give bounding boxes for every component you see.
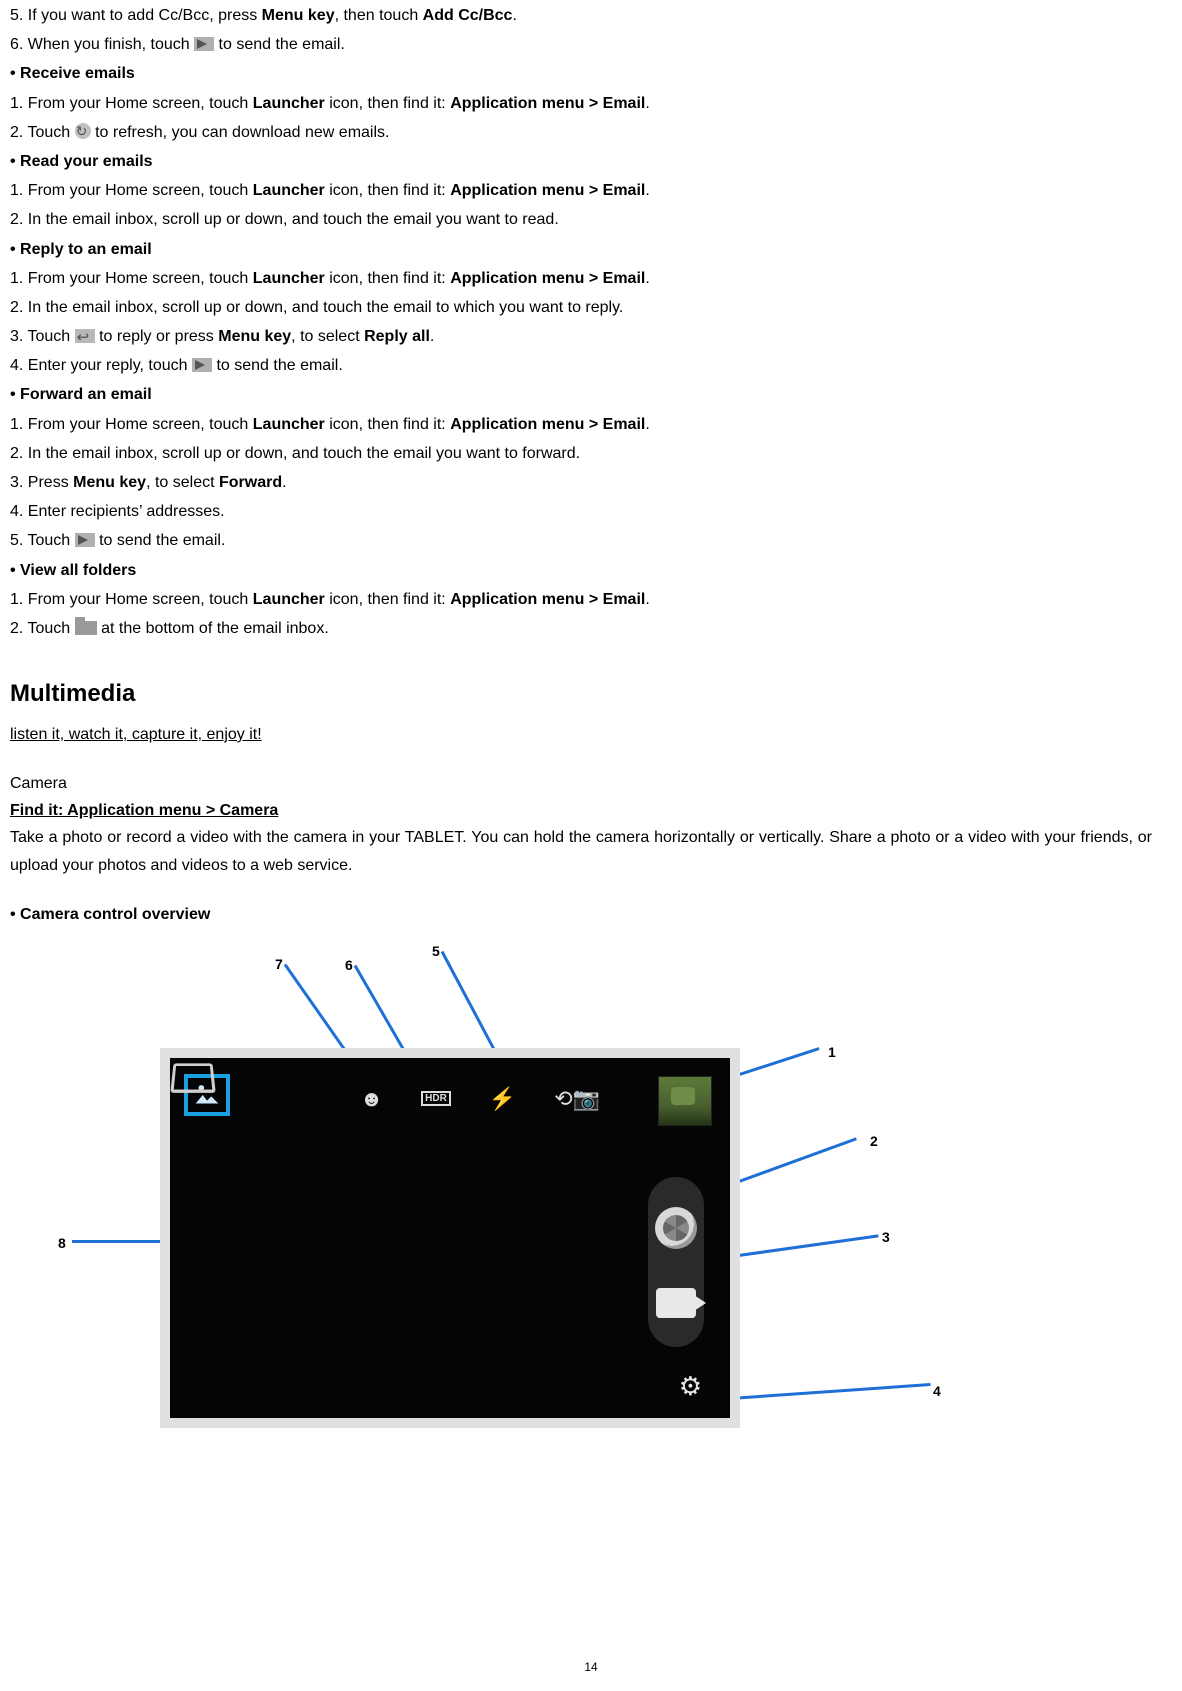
video-record-button[interactable] — [656, 1288, 696, 1318]
callout-5: 5 — [432, 940, 440, 964]
page-number: 14 — [584, 1657, 597, 1677]
reply-step-2: 2. In the email inbox, scroll up or down… — [10, 294, 1152, 321]
gallery-thumbnail[interactable] — [658, 1076, 712, 1126]
hdr-icon[interactable]: HDR — [421, 1091, 451, 1106]
forward-step-2: 2. In the email inbox, scroll up or down… — [10, 440, 1152, 467]
face-effect-icon[interactable]: ☻ — [360, 1080, 383, 1117]
forward-step-1: 1. From your Home screen, touch Launcher… — [10, 411, 1152, 438]
callout-1: 1 — [828, 1041, 836, 1065]
multimedia-title: Multimedia — [10, 674, 1152, 715]
heading-read: • Read your emails — [10, 148, 1152, 175]
heading-camera-overview: • Camera control overview — [10, 901, 1152, 928]
camera-desc: Take a photo or record a video with the … — [10, 824, 1152, 878]
step-6: 6. When you finish, touch to send the em… — [10, 31, 1152, 58]
flash-icon[interactable]: ⚡ — [489, 1080, 516, 1117]
callout-4: 4 — [933, 1380, 941, 1404]
folders-step-1: 1. From your Home screen, touch Launcher… — [10, 586, 1152, 613]
camera-screenshot: ☻ HDR ⚡ ⟲📷 ⚙ — [160, 1048, 740, 1428]
callout-6: 6 — [345, 954, 353, 978]
send-icon — [75, 533, 95, 547]
settings-icon[interactable]: ⚙ — [679, 1364, 702, 1408]
lead-8 — [72, 1240, 172, 1243]
reply-step-4: 4. Enter your reply, touch to send the e… — [10, 352, 1152, 379]
send-icon — [192, 358, 212, 372]
reply-step-1: 1. From your Home screen, touch Launcher… — [10, 265, 1152, 292]
camera-label: Camera — [10, 770, 1152, 797]
refresh-icon — [75, 123, 91, 139]
folder-icon — [75, 621, 97, 635]
reply-icon — [75, 329, 95, 343]
lead-4 — [716, 1383, 931, 1401]
heading-reply: • Reply to an email — [10, 236, 1152, 263]
callout-2: 2 — [870, 1130, 878, 1154]
heading-folders: • View all folders — [10, 557, 1152, 584]
folders-step-2: 2. Touch at the bottom of the email inbo… — [10, 615, 1152, 642]
camera-findit: Find it: Application menu > Camera — [10, 797, 1152, 824]
shutter-pod — [648, 1177, 704, 1347]
callout-7: 7 — [275, 953, 283, 977]
send-icon — [194, 37, 214, 51]
receive-step-2: 2. Touch to refresh, you can download ne… — [10, 119, 1152, 146]
heading-forward: • Forward an email — [10, 381, 1152, 408]
camera-diagram: 7 6 5 1 2 3 4 8 — [0, 938, 1100, 1498]
step-5: 5. If you want to add Cc/Bcc, press Menu… — [10, 2, 1152, 29]
multimedia-tagline: listen it, watch it, capture it, enjoy i… — [10, 721, 1152, 748]
read-step-1: 1. From your Home screen, touch Launcher… — [10, 177, 1152, 204]
read-step-2: 2. In the email inbox, scroll up or down… — [10, 206, 1152, 233]
forward-step-5: 5. Touch to send the email. — [10, 527, 1152, 554]
callout-3: 3 — [882, 1226, 890, 1250]
reply-step-3: 3. Touch to reply or press Menu key, to … — [10, 323, 1152, 350]
forward-step-4: 4. Enter recipients’ addresses. — [10, 498, 1152, 525]
shutter-button[interactable] — [655, 1207, 697, 1249]
receive-step-1: 1. From your Home screen, touch Launcher… — [10, 90, 1152, 117]
forward-step-3: 3. Press Menu key, to select Forward. — [10, 469, 1152, 496]
switch-camera-icon[interactable]: ⟲📷 — [554, 1080, 600, 1117]
panorama-mode-icon[interactable] — [170, 1062, 216, 1098]
heading-receive: • Receive emails — [10, 60, 1152, 87]
callout-8: 8 — [58, 1232, 66, 1256]
